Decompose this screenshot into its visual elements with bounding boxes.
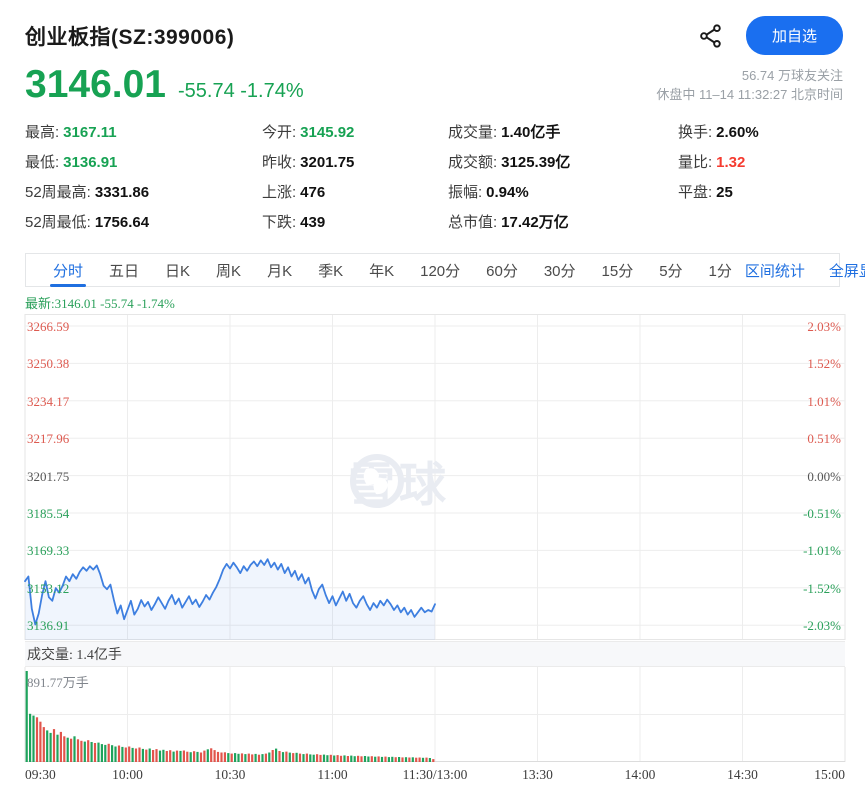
tab-item-3[interactable]: 周K <box>203 254 254 286</box>
page-title: 创业板指(SZ:399006) <box>25 21 234 51</box>
stat-item: 平盘:25 <box>678 178 759 208</box>
x-axis-time-label: 14:30 <box>727 767 758 783</box>
tab-item-10[interactable]: 15分 <box>589 254 647 286</box>
tab-links: 区间统计 全屏显示 <box>745 260 865 281</box>
tab-link-1[interactable]: 全屏显示 <box>829 260 865 281</box>
tab-item-9[interactable]: 30分 <box>531 254 589 286</box>
intraday-chart: 雪球 成交量: 1.4亿手 891.77万手 3266.593250.38323… <box>0 314 865 788</box>
tab-link-0[interactable]: 区间统计 <box>745 260 805 281</box>
stat-item: 成交额:3125.39亿 <box>448 148 678 178</box>
chart-tabs: 分时五日日K周K月K季K年K120分60分30分15分5分1分区间统计全屏显示 <box>25 253 840 287</box>
header: 创业板指(SZ:399006) 加自选 <box>0 0 865 55</box>
tab-item-11[interactable]: 5分 <box>646 254 695 286</box>
stat-item: 换手:2.60% <box>678 118 759 148</box>
x-axis-time-label: 11:00 <box>317 767 347 783</box>
x-axis-time-label: 10:30 <box>215 767 246 783</box>
share-icon[interactable] <box>698 23 724 49</box>
stat-item: 最高:3167.11 <box>25 118 262 148</box>
price-chart <box>0 314 865 641</box>
stats-column-3: 换手:2.60%量比:1.32平盘:25 <box>678 118 759 238</box>
price-change: -55.74 -1.74% <box>178 80 304 103</box>
stat-item: 今开:3145.92 <box>262 118 448 148</box>
followers-count: 56.74 万球友关注 <box>656 66 843 85</box>
tab-item-1[interactable]: 五日 <box>96 254 152 286</box>
quote-meta: 56.74 万球友关注 休盘中 11–14 11:32:27 北京时间 <box>656 66 843 104</box>
stat-item: 下跌:439 <box>262 208 448 238</box>
stats-column-0: 最高:3167.11最低:3136.9152周最高:3331.8652周最低:1… <box>25 118 262 238</box>
add-watchlist-button[interactable]: 加自选 <box>746 16 843 55</box>
x-axis-time-label: 14:00 <box>625 767 656 783</box>
stat-item: 52周最高:3331.86 <box>25 178 262 208</box>
stat-item: 52周最低:1756.64 <box>25 208 262 238</box>
stock-page: 创业板指(SZ:399006) 加自选 3146.01 -55.74 -1.74… <box>0 0 865 790</box>
stats-grid: 最高:3167.11最低:3136.9152周最高:3331.8652周最低:1… <box>0 104 865 238</box>
stat-item: 量比:1.32 <box>678 148 759 178</box>
stat-item: 振幅:0.94% <box>448 178 678 208</box>
latest-quote-line: 最新:3146.01 -55.74 -1.74% <box>25 293 865 312</box>
x-axis-time-label: 11:30/13:00 <box>403 767 468 783</box>
stat-item: 成交量:1.40亿手 <box>448 118 678 148</box>
quote-row: 3146.01 -55.74 -1.74% 56.74 万球友关注 休盘中 11… <box>0 55 865 104</box>
tab-item-6[interactable]: 年K <box>356 254 407 286</box>
current-price: 3146.01 <box>25 65 166 104</box>
stats-column-2: 成交量:1.40亿手成交额:3125.39亿振幅:0.94%总市值:17.42万… <box>448 118 678 238</box>
stat-item: 昨收:3201.75 <box>262 148 448 178</box>
stats-column-1: 今开:3145.92昨收:3201.75上涨:476下跌:439 <box>262 118 448 238</box>
tab-item-12[interactable]: 1分 <box>696 254 745 286</box>
volume-max-label: 891.77万手 <box>27 672 89 691</box>
volume-chart <box>0 667 865 762</box>
x-axis-time-label: 13:30 <box>522 767 553 783</box>
tab-item-7[interactable]: 120分 <box>407 254 473 286</box>
x-axis-time-label: 10:00 <box>112 767 143 783</box>
tab-item-8[interactable]: 60分 <box>473 254 531 286</box>
tab-item-4[interactable]: 月K <box>254 254 305 286</box>
tab-item-0[interactable]: 分时 <box>40 254 96 286</box>
market-status: 休盘中 11–14 11:32:27 北京时间 <box>656 85 843 104</box>
x-axis-time-label: 15:00 <box>814 767 845 783</box>
volume-header-band: 成交量: 1.4亿手 <box>25 641 845 667</box>
stat-item: 最低:3136.91 <box>25 148 262 178</box>
stat-item: 总市值:17.42万亿 <box>448 208 678 238</box>
tab-item-5[interactable]: 季K <box>305 254 356 286</box>
volume-header-label: 成交量: 1.4亿手 <box>27 644 122 664</box>
tab-item-2[interactable]: 日K <box>152 254 203 286</box>
x-axis-time-label: 09:30 <box>25 767 56 783</box>
stat-item: 上涨:476 <box>262 178 448 208</box>
